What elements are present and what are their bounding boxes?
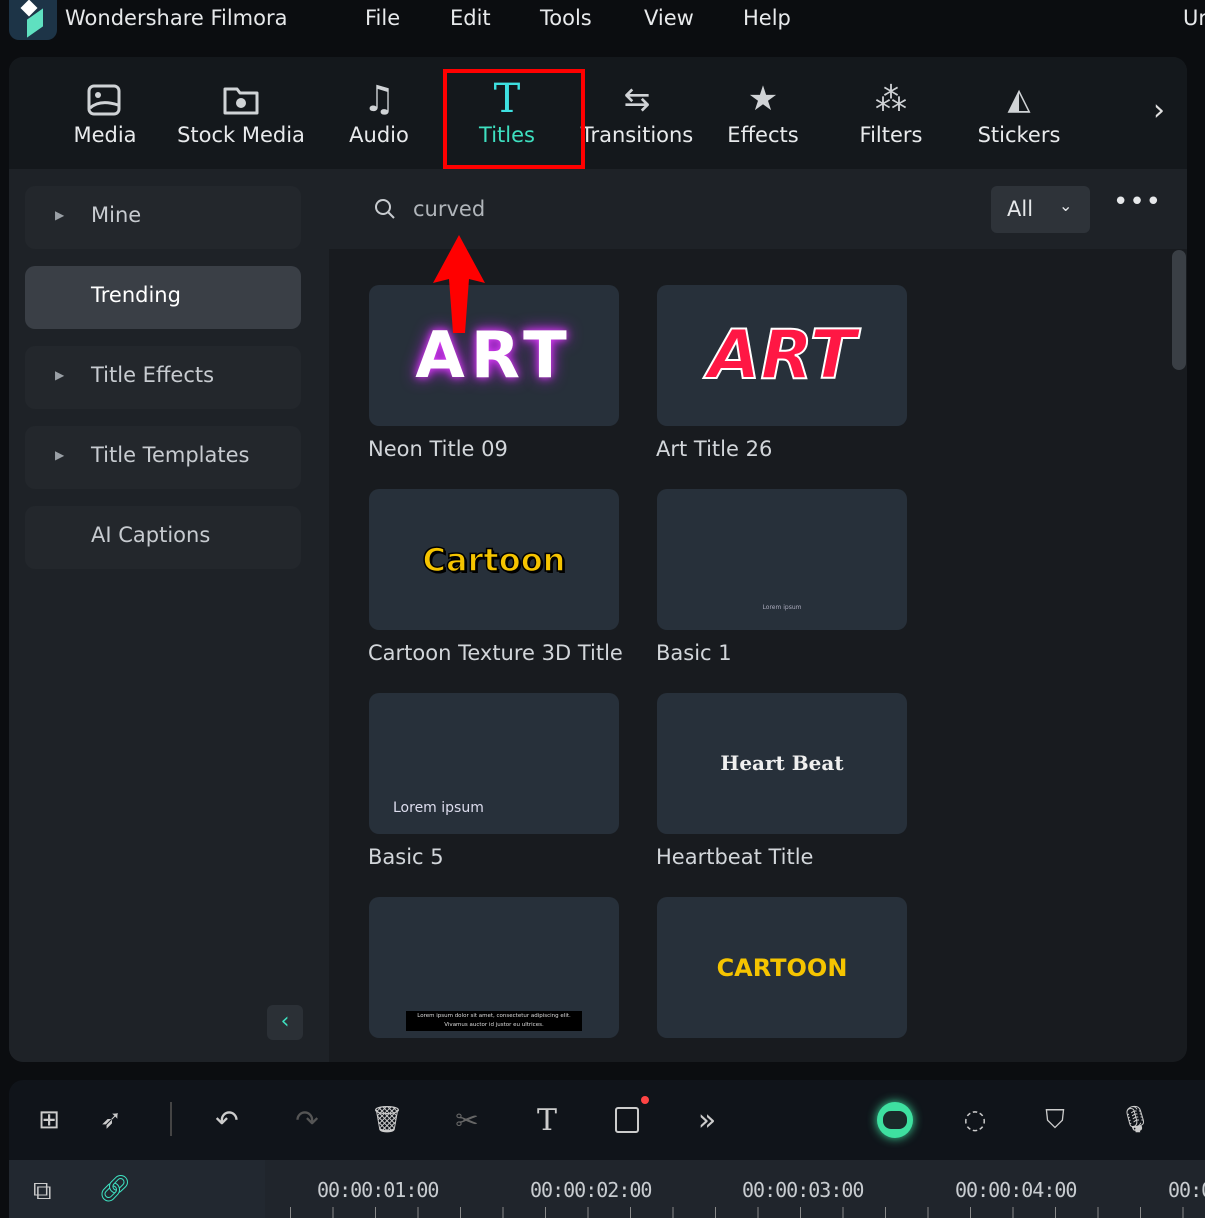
collapse-sidebar-button[interactable]: ‹	[267, 1005, 303, 1040]
card-label: Art Title 26	[656, 437, 773, 461]
chevron-down-icon: ⌄	[1059, 196, 1073, 215]
app-title: Wondershare Filmora	[65, 6, 288, 30]
menu-partial[interactable]: Ur	[1183, 6, 1205, 30]
microphone-icon[interactable]: 🎙︎	[1115, 1100, 1155, 1140]
card-label: Basic 1	[656, 641, 732, 665]
title-card-basic-5[interactable]: Lorem ipsum	[369, 693, 619, 834]
title-card-art-title-26[interactable]: ART	[657, 285, 907, 426]
menu-edit[interactable]: Edit	[450, 6, 491, 30]
tab-label: Transitions	[580, 123, 694, 147]
title-card-neon-title-09[interactable]: ART	[369, 285, 619, 426]
main-panel: Media Stock Media ♫ Audio T Titles ⇆ Tra…	[9, 57, 1187, 1062]
sidebar-item-label: AI Captions	[91, 523, 211, 547]
layout-icon[interactable]: ⊞	[29, 1100, 69, 1140]
link-icon[interactable]: 🔗︎	[98, 1174, 131, 1204]
cut-icon[interactable]: ✂	[447, 1100, 487, 1140]
preview-text: Lorem ipsum	[393, 800, 484, 816]
scrollbar[interactable]	[1172, 250, 1186, 370]
more-options-icon[interactable]: •••	[1113, 187, 1162, 217]
title-card-cartoon[interactable]: CARTOON	[657, 897, 907, 1038]
timecode: 00:00:04:00	[955, 1178, 1077, 1202]
divider	[170, 1102, 172, 1136]
tab-stock-media[interactable]: Stock Media	[176, 75, 306, 147]
magic-star-icon: ★	[747, 79, 779, 119]
sidebar-item-label: Title Templates	[91, 443, 250, 467]
tab-bar: Media Stock Media ♫ Audio T Titles ⇆ Tra…	[9, 57, 1187, 169]
preview-text: Cartoon	[422, 540, 566, 580]
preview-text: Lorem ipsum	[762, 604, 802, 611]
tab-label: Filters	[859, 123, 923, 147]
preview-text: Heart Beat	[720, 750, 844, 775]
undo-icon[interactable]: ↶	[207, 1100, 247, 1140]
preview-text: ART	[707, 315, 857, 396]
auto-play-icon[interactable]: ◌	[955, 1100, 995, 1140]
app-logo	[9, 0, 57, 40]
tab-label: Audio	[349, 123, 409, 147]
sidebar: ▶ Mine Trending ▶ Title Effects ▶ Title Tem…	[9, 169, 329, 1062]
title-card-heartbeat[interactable]: Heart Beat	[657, 693, 907, 834]
text-tool-icon[interactable]: T	[527, 1100, 567, 1140]
more-tools-icon[interactable]: »	[687, 1100, 727, 1140]
expand-arrow-icon: ▶	[55, 368, 65, 382]
tab-stickers[interactable]: ◭ Stickers	[954, 75, 1084, 148]
menu-tools[interactable]: Tools	[540, 6, 592, 30]
timecode: 00:0	[1168, 1178, 1205, 1202]
tab-audio[interactable]: ♫ Audio	[314, 75, 444, 148]
tab-label: Stickers	[977, 123, 1061, 147]
card-label: Neon Title 09	[368, 437, 508, 461]
sidebar-item-trending[interactable]: Trending	[25, 266, 301, 329]
redo-icon[interactable]: ↷	[287, 1100, 327, 1140]
sidebar-item-ai-captions[interactable]: AI Captions	[25, 506, 301, 569]
stickers-icon: ◭	[1007, 81, 1031, 117]
search-input[interactable]: curved	[413, 197, 973, 221]
sidebar-item-label: Trending	[91, 283, 181, 307]
expand-arrow-icon: ▶	[55, 448, 65, 462]
ruler-ticks	[290, 1207, 1205, 1218]
timecode: 00:00:03:00	[742, 1178, 864, 1202]
title-card-basic-1[interactable]: Lorem ipsum	[657, 489, 907, 630]
tab-label: Stock Media	[177, 123, 305, 147]
title-card-cartoon-texture-3d[interactable]: Cartoon	[369, 489, 619, 630]
highlight-box	[443, 69, 585, 169]
music-note-icon: ♫	[362, 78, 396, 120]
preview-text: Lorem ipsum dolor sit amet, consectetur …	[406, 1011, 582, 1031]
card-label: Basic 5	[368, 845, 444, 869]
tab-transitions[interactable]: ⇆ Transitions	[572, 75, 702, 147]
expand-arrow-icon: ▶	[55, 208, 65, 222]
add-track-icon[interactable]: ⧉	[33, 1176, 52, 1207]
tab-label: Media	[73, 123, 137, 147]
menu-file[interactable]: File	[365, 6, 400, 30]
timecode: 00:00:02:00	[530, 1178, 652, 1202]
sidebar-item-label: Mine	[91, 203, 142, 227]
sidebar-item-title-effects[interactable]: ▶ Title Effects	[25, 346, 301, 409]
timecode: 00:00:01:00	[317, 1178, 439, 1202]
marker-icon[interactable]: ⛉	[1035, 1100, 1075, 1140]
title-card-subtitle[interactable]: Lorem ipsum dolor sit amet, consectetur …	[369, 897, 619, 1038]
crop-icon[interactable]	[607, 1096, 649, 1140]
card-label: Cartoon Texture 3D Title	[368, 641, 623, 665]
tab-effects[interactable]: ★ Effects	[698, 75, 828, 147]
ai-assistant-icon[interactable]	[875, 1100, 915, 1140]
cloud-folder-icon	[176, 75, 306, 123]
filter-value: All	[1007, 197, 1034, 221]
menu-help[interactable]: Help	[743, 6, 791, 30]
filters-icon: ⁂	[875, 80, 907, 118]
transitions-icon: ⇆	[623, 80, 651, 118]
delete-icon[interactable]: 🗑︎	[367, 1100, 407, 1140]
sidebar-item-label: Title Effects	[91, 363, 215, 387]
preview-text: CARTOON	[716, 953, 848, 982]
sidebar-item-title-templates[interactable]: ▶ Title Templates	[25, 426, 301, 489]
red-arrow-annotation	[433, 235, 485, 333]
tab-filters[interactable]: ⁂ Filters	[826, 75, 956, 147]
select-pointer-icon[interactable]: ➶	[91, 1100, 131, 1140]
search-icon	[375, 199, 395, 219]
sidebar-item-mine[interactable]: ▶ Mine	[25, 186, 301, 249]
filter-dropdown[interactable]: All ⌄	[991, 186, 1090, 233]
tabs-next-chevron-icon[interactable]: ›	[1153, 93, 1165, 128]
tab-label: Effects	[727, 123, 799, 147]
tab-media[interactable]: Media	[40, 75, 170, 147]
menu-view[interactable]: View	[644, 6, 694, 30]
card-label: Heartbeat Title	[656, 845, 814, 869]
media-icon	[40, 75, 170, 123]
